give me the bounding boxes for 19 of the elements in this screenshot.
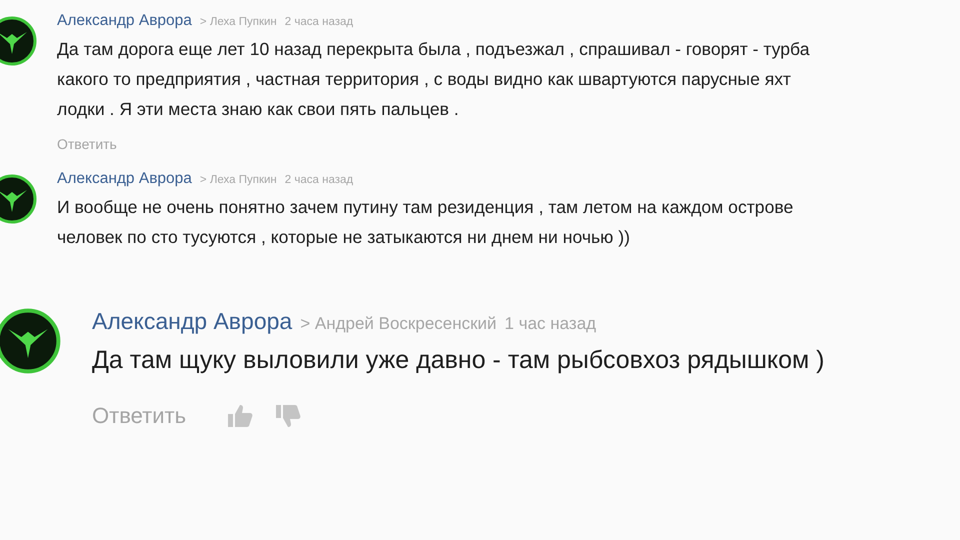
author-link[interactable]: Александр Аврора bbox=[57, 12, 192, 30]
reply-link[interactable]: Ответить bbox=[57, 136, 117, 152]
comment-time: 2 часа назад bbox=[284, 174, 354, 186]
author-link[interactable]: Александр Аврора bbox=[57, 170, 192, 188]
comment-time: 1 час назад bbox=[504, 314, 596, 334]
avatar-icon bbox=[0, 16, 37, 66]
thumbs-down-icon[interactable] bbox=[274, 403, 302, 429]
reply-link[interactable]: Ответить bbox=[92, 403, 186, 429]
author-link[interactable]: Александр Аврора bbox=[92, 308, 292, 335]
reply-to-link[interactable]: > Леха Пупкин bbox=[200, 174, 277, 186]
avatar-icon bbox=[0, 308, 61, 374]
comment-text: Да там щуку выловили уже давно - там рыбсовхоз рядышком ) bbox=[92, 345, 825, 376]
comment-time: 2 часа назад bbox=[284, 16, 354, 28]
comment-text: Да там дорога еще лет 10 назад перекрыта была , подъезжал , спрашивал - говорят - турба какого то предприятия , частная территория , с воды видно как швартуются парусные яхт лодки . Я эти места знаю как свои пять пальцев . bbox=[57, 38, 810, 121]
thumbs-up-icon[interactable] bbox=[226, 403, 254, 429]
reply-to-link[interactable]: > Андрей Воскресенский bbox=[300, 314, 497, 334]
comment-text: И вообще не очень понятно зачем путину там резиденция , там летом на каждом острове человек по сто тусуются , которые не затыкаются ни днем ни ночью )) bbox=[57, 196, 794, 249]
reply-to-link[interactable]: > Леха Пупкин bbox=[200, 16, 277, 28]
avatar-icon bbox=[0, 174, 37, 224]
